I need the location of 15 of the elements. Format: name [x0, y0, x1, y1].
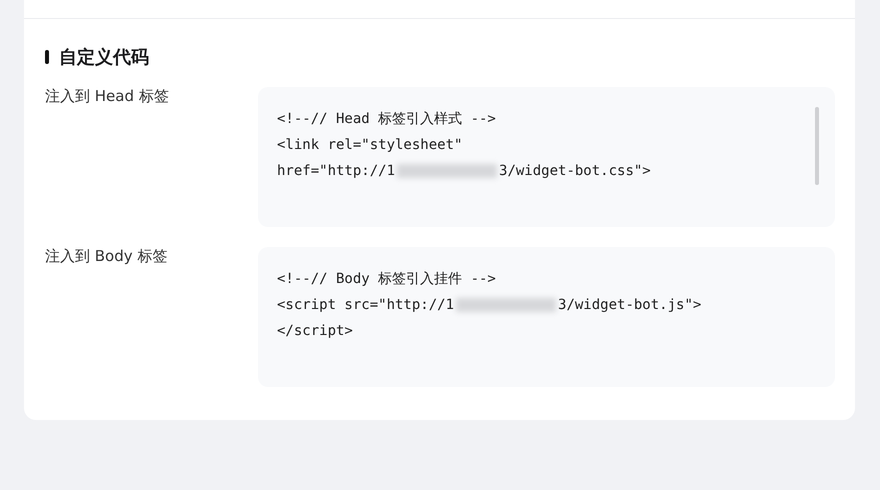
- field-label: 注入到 Head 标签: [45, 87, 170, 107]
- section-title: 自定义代码: [59, 46, 149, 69]
- code-editor[interactable]: <!--// Head 标签引入样式 --> <link rel="stylesheet" href="http://1 3/widget-bot.css">: [258, 87, 835, 227]
- field-label: 注入到 Body 标签: [45, 247, 168, 267]
- code-text: 3/widget-bot.css">: [499, 162, 651, 181]
- section-marker: [45, 50, 49, 64]
- scrollbar[interactable]: [815, 107, 819, 185]
- code-line: <!--// Head 标签引入样式 -->: [277, 110, 497, 129]
- code-line: </script>: [277, 322, 354, 341]
- code-editor[interactable]: <!--// Body 标签引入挂件 --> <script src="http://1 3/widget-bot.js"> </script>: [258, 247, 835, 387]
- code-line: <!--// Body 标签引入挂件 -->: [277, 270, 497, 289]
- code-text: href="http://1: [277, 162, 396, 181]
- code-text: <script src="http://1: [277, 296, 454, 315]
- code-line: <link rel="stylesheet": [277, 136, 464, 155]
- code-text: 3/widget-bot.js">: [558, 296, 702, 315]
